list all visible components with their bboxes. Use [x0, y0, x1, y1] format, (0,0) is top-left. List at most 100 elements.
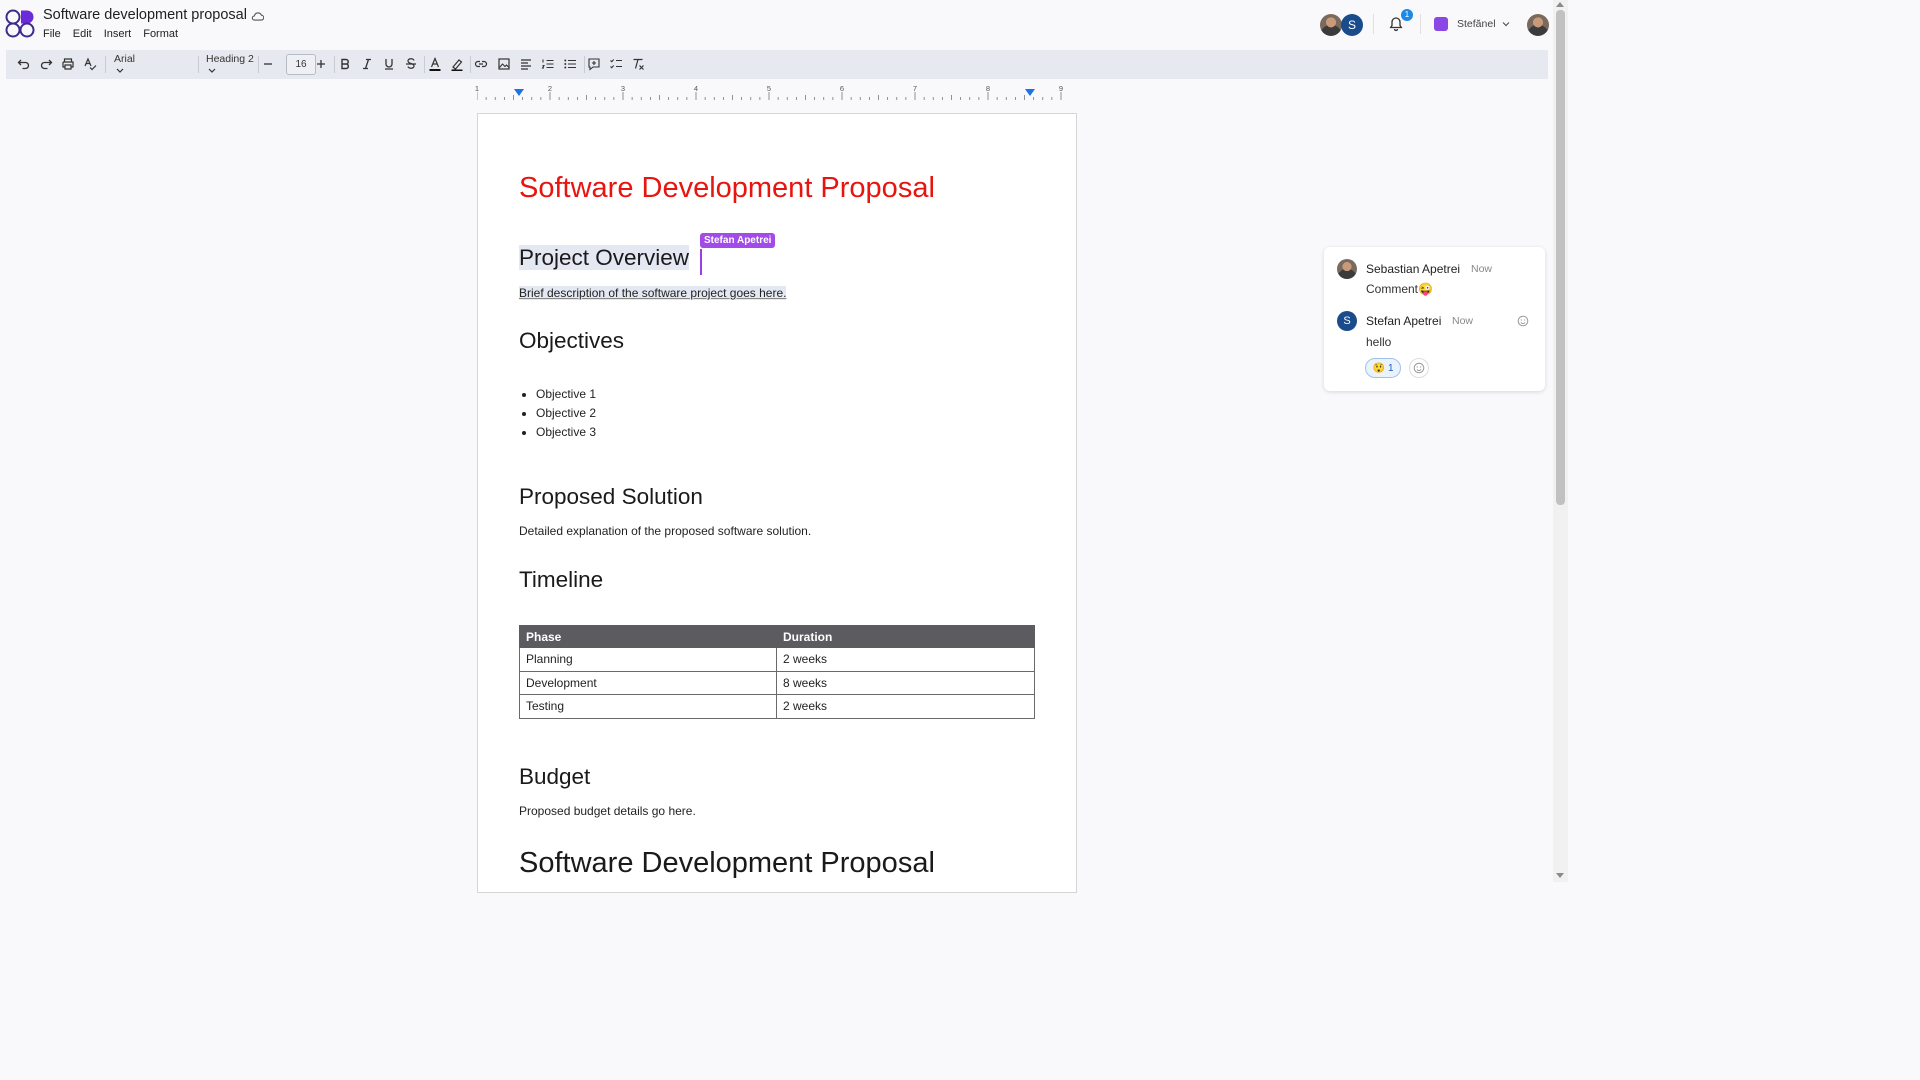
ruler-label: 9 — [1058, 84, 1064, 93]
toolbar-divider — [470, 56, 471, 73]
table-header-row: Phase Duration — [519, 625, 1035, 648]
strikethrough-button[interactable] — [404, 57, 418, 71]
right-indent-marker[interactable] — [1025, 89, 1035, 96]
chevron-down-icon — [116, 68, 124, 73]
heading-budget: Budget — [519, 764, 591, 789]
table-row: Planning 2 weeks — [519, 647, 1035, 672]
toolbar-divider — [424, 56, 425, 73]
app-logo[interactable] — [5, 8, 35, 38]
chevron-down-icon — [1502, 22, 1509, 27]
table-cell[interactable]: 2 weeks — [776, 694, 1035, 719]
minus-icon — [264, 63, 272, 65]
ruler-label: 8 — [985, 84, 991, 93]
comment-text: hello — [1366, 335, 1392, 349]
redo-button[interactable] — [39, 57, 53, 71]
font-size-input[interactable]: 16 — [286, 54, 316, 75]
menu-edit[interactable]: Edit — [73, 28, 92, 40]
toolbar-divider — [258, 56, 259, 73]
formatting-toolbar: Arial Heading 2 16 — [6, 50, 1548, 79]
left-indent-marker[interactable] — [514, 89, 524, 96]
vertical-scrollbar[interactable] — [1553, 0, 1568, 882]
comment-timestamp: Now — [1452, 315, 1474, 327]
print-icon — [62, 58, 74, 70]
bullet-list-icon — [564, 59, 576, 69]
list-item: Objective 2 — [536, 406, 596, 425]
increase-font-size-button[interactable] — [314, 57, 328, 71]
workspace-switcher[interactable]: Stefănel — [1434, 17, 1510, 31]
text-color-button[interactable] — [428, 57, 442, 71]
align-left-icon — [521, 59, 531, 70]
comment-author: Stefan Apetrei — [1366, 314, 1442, 328]
collaborator-avatar-s[interactable]: S — [1341, 14, 1363, 36]
checklist-icon — [610, 59, 622, 69]
reaction-chip[interactable]: 😲 1 — [1365, 358, 1401, 378]
budget-paragraph: Proposed budget details go here. — [519, 804, 696, 818]
user-avatar[interactable] — [1527, 14, 1549, 36]
collaborator-caret — [700, 249, 702, 275]
menu-insert[interactable]: Insert — [104, 28, 132, 40]
link-icon — [474, 60, 488, 68]
align-button[interactable] — [519, 57, 533, 71]
workspace-icon — [1434, 17, 1448, 31]
table-cell[interactable]: 8 weeks — [776, 670, 1035, 695]
collaborator-avatar-photo[interactable] — [1320, 14, 1342, 36]
notification-badge: 1 — [1401, 9, 1413, 21]
highlight-button[interactable] — [450, 57, 464, 71]
add-reaction-icon[interactable] — [1517, 315, 1529, 327]
scroll-up-arrow[interactable] — [1556, 2, 1564, 7]
comment-author: Sebastian Apetrei — [1366, 262, 1461, 276]
insert-link-button[interactable] — [474, 57, 488, 71]
comment-thread[interactable]: Sebastian Apetrei Now Comment😜 S Stefan … — [1324, 247, 1545, 391]
comment-icon — [588, 58, 600, 71]
heading-timeline: Timeline — [519, 567, 604, 592]
bullet-list-button[interactable] — [563, 57, 577, 71]
numbered-list-button[interactable] — [541, 57, 555, 71]
underline-icon — [385, 59, 393, 70]
table-cell[interactable]: Development — [519, 670, 777, 695]
table-row: Testing 2 weeks — [519, 694, 1035, 719]
print-button[interactable] — [61, 57, 75, 71]
chevron-down-icon — [208, 68, 216, 73]
document-title[interactable]: Software development proposal — [43, 7, 247, 23]
add-reaction-button[interactable] — [1409, 358, 1429, 378]
underline-button[interactable] — [382, 57, 396, 71]
table-header-cell[interactable]: Duration — [776, 625, 1035, 648]
ruler[interactable]: 1 2 3 4 5 6 7 8 9 — [475, 84, 1077, 102]
table-cell[interactable]: 2 weeks — [776, 647, 1035, 672]
font-family-select[interactable]: Arial — [114, 53, 135, 65]
scrollbar-thumb[interactable] — [1556, 10, 1565, 505]
text-style-select[interactable]: Heading 2 — [206, 53, 254, 65]
table-header-cell[interactable]: Phase — [519, 625, 777, 648]
comment-author-avatar — [1337, 259, 1357, 279]
divider — [1420, 14, 1421, 34]
spellcheck-button[interactable] — [83, 57, 97, 71]
add-comment-button[interactable] — [587, 57, 601, 71]
decrease-font-size-button[interactable] — [261, 57, 275, 71]
menu-bar: File Edit Insert Format — [43, 28, 190, 40]
heading-objectives: Objectives — [519, 328, 625, 353]
clear-formatting-button[interactable] — [631, 57, 645, 71]
menu-format[interactable]: Format — [143, 28, 178, 40]
timeline-table[interactable]: Phase Duration Planning 2 weeks Developm… — [519, 625, 1035, 719]
redo-icon — [40, 59, 53, 70]
toolbar-divider — [334, 56, 335, 73]
comment-text: Comment😜 — [1366, 282, 1433, 296]
menu-file[interactable]: File — [43, 28, 61, 40]
bold-icon — [341, 58, 349, 70]
checklist-button[interactable] — [609, 57, 623, 71]
table-cell[interactable]: Planning — [519, 647, 777, 672]
image-icon — [498, 58, 510, 70]
table-cell[interactable]: Testing — [519, 694, 777, 719]
list-item: Objective 1 — [536, 387, 596, 406]
strikethrough-icon — [406, 58, 416, 69]
add-reaction-icon — [1413, 362, 1425, 374]
ruler-label: 2 — [547, 84, 553, 93]
undo-button[interactable] — [17, 57, 31, 71]
scroll-down-arrow[interactable] — [1556, 873, 1564, 878]
heading-project-overview: Project Overview — [519, 245, 690, 271]
bold-button[interactable] — [338, 57, 352, 71]
document-title-heading: Software Development Proposal — [519, 172, 935, 204]
italic-button[interactable] — [360, 57, 374, 71]
insert-image-button[interactable] — [497, 57, 511, 71]
document-page[interactable]: Software Development Proposal Project Ov… — [477, 113, 1077, 893]
